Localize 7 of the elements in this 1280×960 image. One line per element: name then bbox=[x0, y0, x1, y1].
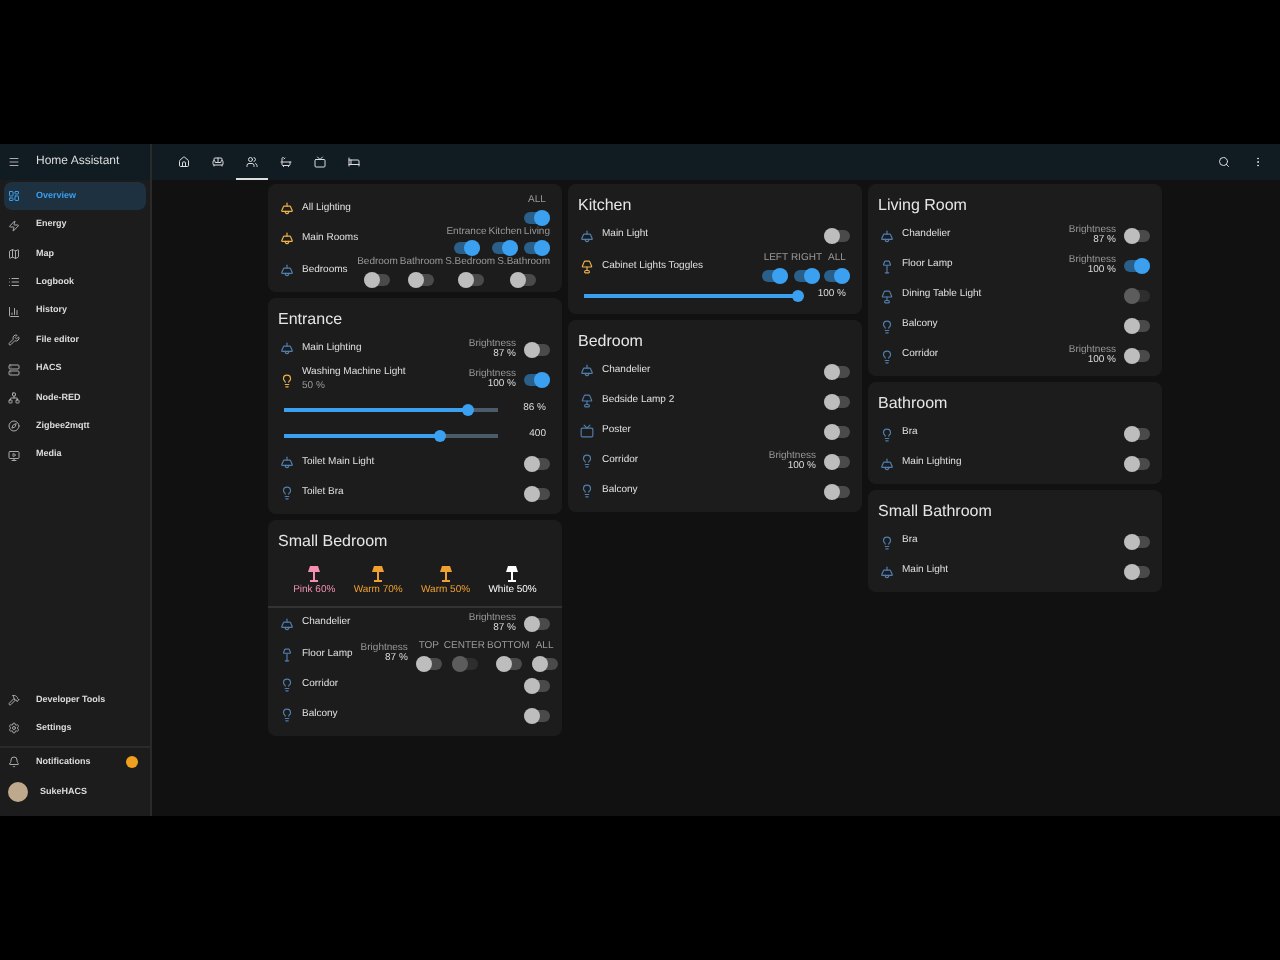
card-title: Kitchen bbox=[576, 194, 634, 218]
card-title: Living Room bbox=[876, 194, 969, 218]
card-title: Bathroom bbox=[876, 392, 950, 416]
card-title: Bedroom bbox=[576, 329, 645, 353]
card-title: Entrance bbox=[276, 307, 345, 331]
card-title: Small Bathroom bbox=[876, 500, 994, 524]
card-title: Small Bedroom bbox=[276, 529, 390, 553]
